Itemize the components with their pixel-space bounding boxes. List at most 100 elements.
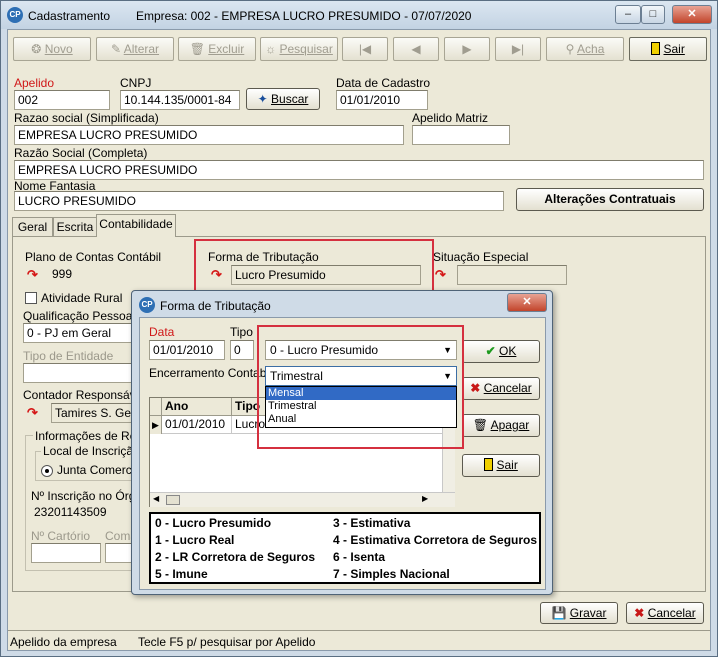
binoculars-icon: ☼ (265, 42, 277, 56)
refresh-arrow-icon[interactable]: ↷ (27, 405, 38, 421)
num-inscricao-field: 23201143509 (31, 503, 139, 523)
status-bar: Apelido da empresa Tecle F5 p/ pesquisar… (8, 630, 710, 650)
gravar-button[interactable]: 💾 Gravar (540, 602, 618, 624)
tab-contabilidade[interactable]: Contabilidade (96, 214, 176, 237)
tributacao-legend: 0 - Lucro Presumido 3 - Estimativa 1 - L… (149, 512, 541, 584)
encerramento-label: Encerramento Contabil (149, 366, 272, 380)
forma-tributacao-dialog: CP Forma de Tributação ✕ Data 01/01/2010… (131, 290, 553, 595)
status-hint-field: Apelido da empresa (10, 635, 117, 649)
app-logo-icon: CP (7, 7, 23, 23)
ok-button[interactable]: ✔ OK (462, 340, 540, 363)
apagar-button[interactable]: 🗑 Apagar (462, 414, 540, 437)
legend-item: 2 - LR Corretora de Seguros (155, 550, 316, 564)
dialog-sair-button[interactable]: Sair (462, 454, 540, 477)
dialog-title: Forma de Tributação (160, 299, 271, 313)
novo-icon: ❂ (31, 42, 42, 56)
next-record-button[interactable]: ▶ (444, 37, 490, 61)
razao-completa-field[interactable]: EMPRESA LUCRO PRESUMIDO (14, 160, 704, 180)
tab-escrita[interactable]: Escrita (53, 217, 97, 237)
eagle-icon: ✦ (257, 92, 268, 106)
num-cartorio-field[interactable] (31, 543, 101, 563)
atividade-rural-label: Atividade Rural (41, 291, 123, 305)
scroll-left-icon[interactable]: ◀ (153, 494, 159, 503)
horizontal-scrollbar[interactable]: ◀ ▶ (150, 492, 455, 507)
plano-contas-label: Plano de Contas Contábil (25, 250, 162, 264)
app-logo-icon: CP (139, 297, 155, 313)
tipo-entidade-field[interactable] (23, 363, 138, 383)
num-cartorio-label: Nº Cartório (31, 529, 91, 543)
cancelar-button[interactable]: ✖ Cancelar (626, 602, 704, 624)
cnpj-field[interactable]: 10.144.135/0001-84 (120, 90, 240, 110)
dialog-client-area: Data 01/01/2010 Tipo 0 0 - Lucro Presumi… (139, 317, 546, 590)
plano-contas-field: 999 (49, 265, 185, 285)
previous-icon: ◀ (411, 42, 421, 56)
last-icon: ▶| (511, 42, 525, 56)
search-icon: ⚲ (565, 42, 575, 56)
tipo-label: Tipo (230, 325, 253, 339)
first-record-button[interactable]: |◀ (342, 37, 388, 61)
buscar-button[interactable]: ✦ Buscar (246, 88, 320, 110)
tipo-entidade-label: Tipo de Entidade (23, 349, 114, 363)
status-shortcut-text: Tecle F5 p/ pesquisar por Apelido (138, 635, 316, 649)
close-window-button[interactable]: ✕ (672, 5, 712, 24)
atividade-rural-checkbox[interactable] (25, 292, 37, 304)
maximize-button[interactable]: □ (641, 5, 665, 24)
refresh-arrow-icon[interactable]: ↷ (27, 267, 38, 283)
dialog-cancelar-button[interactable]: ✖ Cancelar (462, 377, 540, 400)
data-label: Data (149, 325, 175, 339)
novo-button[interactable]: ❂ Novo (13, 37, 91, 61)
local-inscricao-label: Local de Inscriçã (41, 444, 136, 458)
row-pointer-icon: ▶ (150, 416, 162, 434)
minimize-button[interactable]: – (615, 5, 641, 24)
pesquisar-button[interactable]: ☼ Pesquisar (260, 37, 338, 61)
first-icon: |◀ (358, 42, 372, 56)
empresa-title: Empresa: 002 - EMPRESA LUCRO PRESUMIDO -… (136, 9, 472, 23)
save-icon: 💾 (551, 606, 567, 620)
qualificacao-label: Qualificação Pessoa Ju (23, 309, 149, 323)
razao-simplificada-field[interactable]: EMPRESA LUCRO PRESUMIDO (14, 125, 404, 145)
legend-item: 1 - Lucro Real (155, 533, 235, 547)
num-inscricao-label: Nº Inscrição no Órgã (31, 489, 143, 503)
legend-item: 3 - Estimativa (333, 516, 411, 530)
data-field[interactable]: 01/01/2010 (149, 340, 225, 360)
situacao-especial-field (457, 265, 567, 285)
qualificacao-field[interactable]: 0 - PJ em Geral (23, 323, 138, 343)
last-record-button[interactable]: ▶| (495, 37, 541, 61)
apelido-field[interactable]: 002 (14, 90, 110, 110)
contador-label: Contador Responsável (23, 388, 146, 402)
contador-field: Tamires S. Geral (51, 403, 139, 423)
scroll-right-icon[interactable]: ▶ (422, 494, 428, 503)
grid-header-ano[interactable]: Ano (162, 398, 232, 416)
exit-door-icon (484, 458, 494, 471)
legend-item: 4 - Estimativa Corretora de Seguros (333, 533, 538, 547)
legend-item: 0 - Lucro Presumido (155, 516, 272, 530)
close-dialog-button[interactable]: ✕ (507, 293, 547, 312)
junta-comercial-radio[interactable] (41, 465, 53, 477)
excluir-button[interactable]: 🗑 Excluir (178, 37, 256, 61)
refresh-arrow-icon[interactable]: ↷ (435, 267, 446, 283)
tipo-code-field[interactable]: 0 (230, 340, 254, 360)
highlight-box-tipo-encerramento (257, 325, 464, 449)
exit-door-icon (651, 42, 661, 55)
cancel-x-icon: ✖ (470, 381, 481, 395)
edit-icon: ✎ (110, 42, 122, 56)
grid-corner (150, 398, 162, 416)
data-cadastro-field[interactable]: 01/01/2010 (336, 90, 428, 110)
trash-icon: 🗑 (472, 418, 488, 432)
sair-button[interactable]: Sair (629, 37, 707, 61)
cancel-x-icon: ✖ (634, 606, 645, 620)
grid-cell-ano[interactable]: 01/01/2010 (162, 416, 232, 434)
scroll-thumb[interactable] (166, 495, 180, 505)
apelido-matriz-field[interactable] (412, 125, 510, 145)
alteracoes-contratuais-button[interactable]: Alterações Contratuais (516, 188, 704, 211)
situacao-especial-label: Situação Especial (433, 250, 529, 264)
razao-simplificada-label: Razao social (Simplificada) (14, 111, 159, 125)
acha-button[interactable]: ⚲ Acha (546, 37, 624, 61)
data-cadastro-label: Data de Cadastro (336, 76, 431, 90)
apelido-matriz-label: Apelido Matriz (412, 111, 489, 125)
previous-record-button[interactable]: ◀ (393, 37, 439, 61)
tab-geral[interactable]: Geral (12, 217, 53, 237)
nome-fantasia-field[interactable]: LUCRO PRESUMIDO (14, 191, 504, 211)
alterar-button[interactable]: ✎ Alterar (96, 37, 174, 61)
next-icon: ▶ (462, 42, 472, 56)
